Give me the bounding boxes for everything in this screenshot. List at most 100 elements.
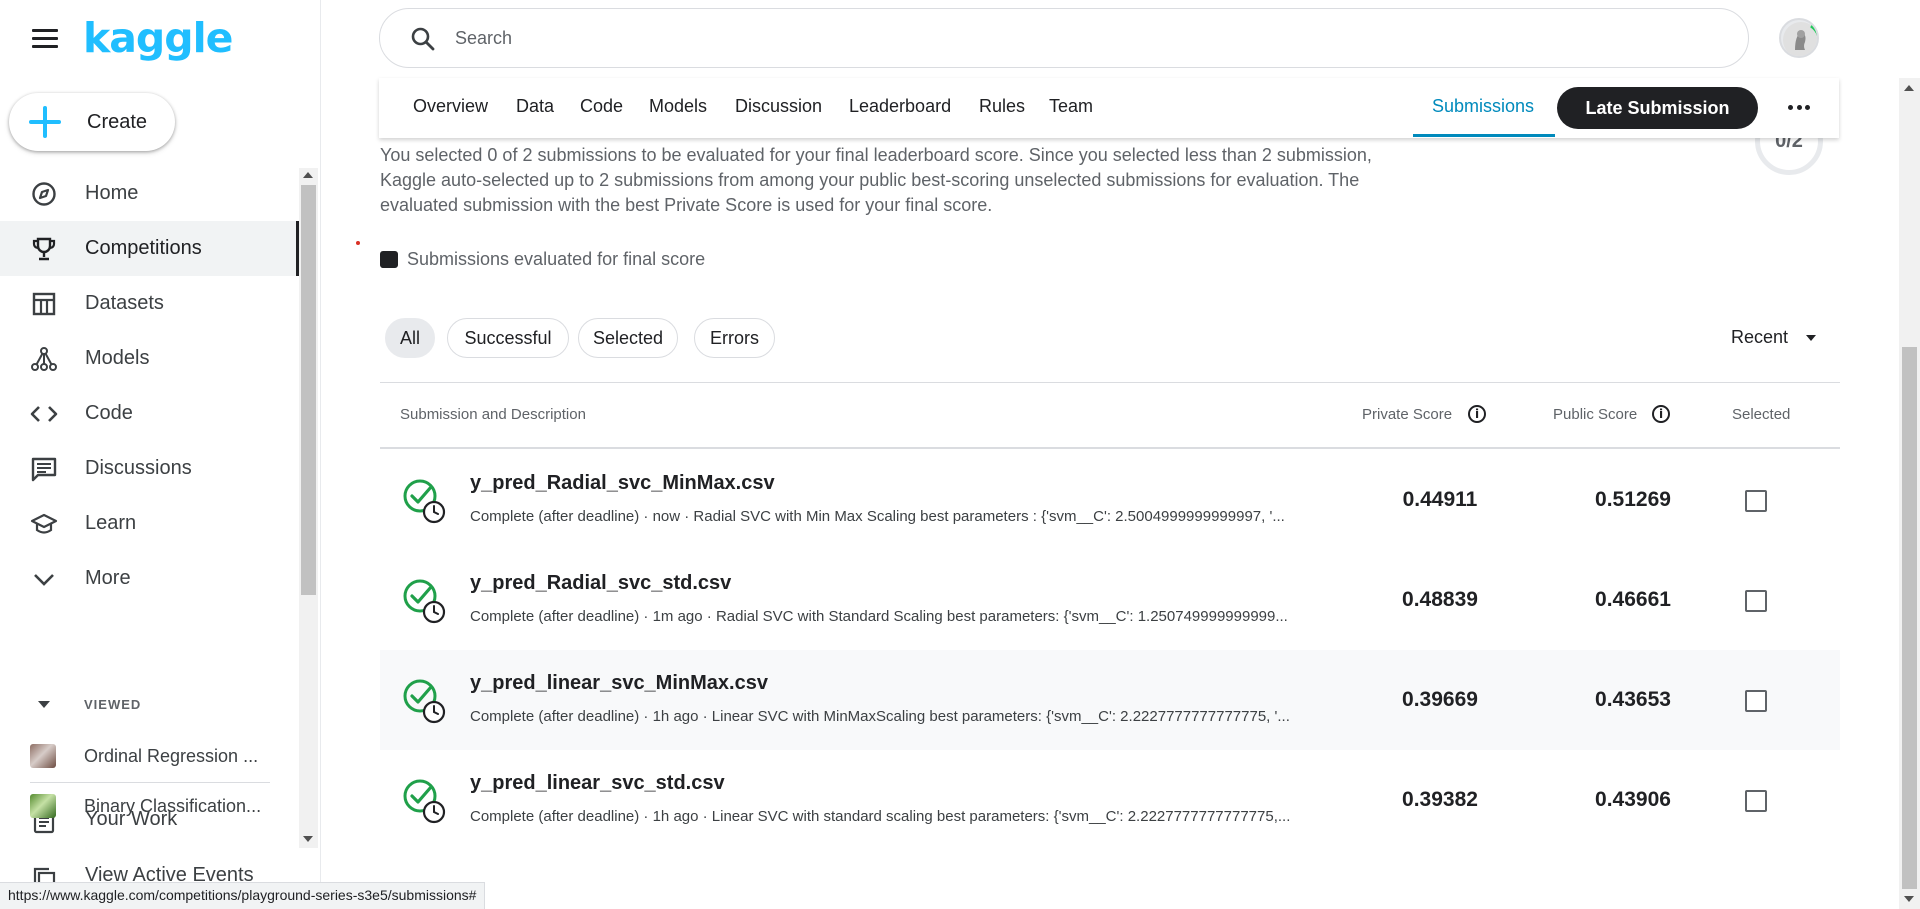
private-score: 0.39382 — [1402, 788, 1478, 811]
sidebar-scrollbar-thumb[interactable] — [301, 185, 316, 595]
column-header-private-score[interactable]: Private Score — [1362, 406, 1452, 423]
cursor-dot — [356, 241, 360, 245]
tab-rules[interactable]: Rules — [979, 96, 1025, 117]
table-row[interactable]: y_pred_linear_svc_std.csv Complete (after… — [380, 750, 1840, 850]
viewed-item[interactable]: Ordinal Regression ... — [0, 736, 300, 776]
tab-leaderboard[interactable]: Leaderboard — [849, 96, 951, 117]
table-row[interactable]: y_pred_Radial_svc_std.csv Complete (after… — [380, 550, 1840, 650]
column-header-selected: Selected — [1732, 406, 1791, 423]
sidebar-header: kaggle — [0, 0, 321, 78]
kaggle-logo[interactable]: kaggle — [83, 14, 233, 62]
submission-filename[interactable]: y_pred_Radial_svc_MinMax.csv — [470, 472, 775, 495]
complete-late-status-icon — [402, 678, 446, 724]
trophy-icon — [30, 235, 58, 263]
sidebar-item-label: Competitions — [85, 237, 202, 259]
sidebar-item-label: Learn — [85, 512, 137, 534]
viewed-heading: VIEWED — [84, 697, 142, 712]
legend-swatch — [380, 251, 398, 268]
viewed-section-toggle[interactable]: VIEWED — [0, 693, 300, 719]
info-icon[interactable]: i — [1652, 405, 1670, 423]
submission-description: Complete (after deadline) · 1h ago · Lin… — [470, 808, 1291, 825]
public-score: 0.43906 — [1595, 788, 1671, 811]
caret-down-icon — [38, 701, 50, 708]
column-header-submission: Submission and Description — [400, 406, 586, 423]
select-checkbox[interactable] — [1745, 590, 1767, 612]
submission-filename[interactable]: y_pred_linear_svc_MinMax.csv — [470, 672, 768, 695]
sidebar-item-label: Code — [85, 402, 133, 424]
competition-tabs: Overview Data Code Models Discussion Lea… — [379, 78, 1839, 138]
public-score: 0.46661 — [1595, 588, 1671, 611]
search-icon — [410, 26, 436, 57]
sidebar-item-models[interactable]: Models — [0, 331, 300, 386]
tab-submissions[interactable]: Submissions — [1432, 96, 1534, 117]
public-score: 0.43653 — [1595, 688, 1671, 711]
avatar[interactable] — [1779, 18, 1819, 58]
private-score: 0.39669 — [1402, 688, 1478, 711]
table-row[interactable]: y_pred_Radial_svc_MinMax.csv Complete (af… — [380, 450, 1840, 550]
school-icon — [30, 510, 58, 538]
tab-code[interactable]: Code — [580, 96, 623, 117]
tab-team[interactable]: Team — [1049, 96, 1093, 117]
complete-late-status-icon — [402, 578, 446, 624]
submission-filename[interactable]: y_pred_Radial_svc_std.csv — [470, 572, 731, 595]
tab-discussion[interactable]: Discussion — [735, 96, 822, 117]
scroll-up-arrow-icon[interactable] — [1904, 85, 1914, 91]
status-bar-url: https://www.kaggle.com/competitions/play… — [0, 882, 486, 909]
sidebar-item-competitions[interactable]: Competitions — [0, 221, 300, 276]
search-bar[interactable] — [379, 8, 1749, 68]
caret-down-icon[interactable] — [1806, 335, 1816, 341]
table-header-border — [380, 447, 1840, 449]
select-checkbox[interactable] — [1745, 490, 1767, 512]
filter-chip-errors[interactable]: Errors — [694, 318, 775, 358]
scroll-down-arrow-icon[interactable] — [1904, 896, 1914, 902]
dataset-thumbnail — [30, 794, 56, 818]
compass-icon — [30, 180, 58, 208]
tab-data[interactable]: Data — [516, 96, 554, 117]
active-tab-indicator — [1413, 134, 1555, 137]
create-button[interactable]: Create — [9, 93, 175, 151]
scroll-down-arrow-icon[interactable] — [303, 836, 313, 842]
select-checkbox[interactable] — [1745, 790, 1767, 812]
sidebar-item-code[interactable]: Code — [0, 386, 300, 441]
column-header-public-score[interactable]: Public Score — [1553, 406, 1637, 423]
tab-overview[interactable]: Overview — [413, 96, 488, 117]
complete-late-status-icon — [402, 478, 446, 524]
menu-icon[interactable] — [32, 29, 58, 49]
sort-dropdown[interactable]: Recent — [1731, 327, 1788, 348]
filter-chip-all[interactable]: All — [385, 318, 435, 358]
sidebar-item-datasets[interactable]: Datasets — [0, 276, 300, 331]
sidebar-item-label: More — [85, 567, 131, 589]
sidebar-divider — [30, 782, 270, 783]
select-checkbox[interactable] — [1745, 690, 1767, 712]
table-row[interactable]: y_pred_linear_svc_MinMax.csv Complete (af… — [380, 650, 1840, 750]
viewed-item-label: Binary Classification... — [84, 796, 262, 816]
filter-chip-selected[interactable]: Selected — [578, 318, 678, 358]
complete-late-status-icon — [402, 778, 446, 824]
info-icon[interactable]: i — [1468, 405, 1486, 423]
page-scrollbar-thumb[interactable] — [1902, 347, 1917, 889]
sidebar-item-learn[interactable]: Learn — [0, 496, 300, 551]
submission-description: Complete (after deadline) · 1h ago · Lin… — [470, 708, 1290, 725]
private-score: 0.48839 — [1402, 588, 1478, 611]
private-score: 0.44911 — [1402, 488, 1478, 511]
more-options-icon[interactable] — [1788, 105, 1810, 111]
viewed-item[interactable]: Binary Classification... — [0, 786, 300, 826]
create-label: Create — [87, 110, 148, 133]
sidebar-item-home[interactable]: Home — [0, 166, 300, 221]
scroll-up-arrow-icon[interactable] — [303, 172, 313, 178]
sidebar-item-more[interactable]: More — [0, 551, 300, 606]
sidebar-item-discussions[interactable]: Discussions — [0, 441, 300, 496]
search-input[interactable] — [455, 23, 1655, 53]
filter-chip-successful[interactable]: Successful — [447, 318, 569, 358]
model-icon — [30, 345, 58, 373]
submission-filename[interactable]: y_pred_linear_svc_std.csv — [470, 772, 725, 795]
plus-icon — [29, 106, 61, 138]
late-submission-button[interactable]: Late Submission — [1557, 87, 1758, 129]
selection-explanation: You selected 0 of 2 submissions to be ev… — [380, 145, 1372, 215]
dataset-thumbnail — [30, 744, 56, 768]
submission-description: Complete (after deadline) · 1m ago · Rad… — [470, 608, 1288, 625]
code-icon — [30, 400, 58, 428]
tab-models[interactable]: Models — [649, 96, 707, 117]
chevron-down-icon — [30, 565, 58, 593]
table-icon — [30, 290, 58, 318]
